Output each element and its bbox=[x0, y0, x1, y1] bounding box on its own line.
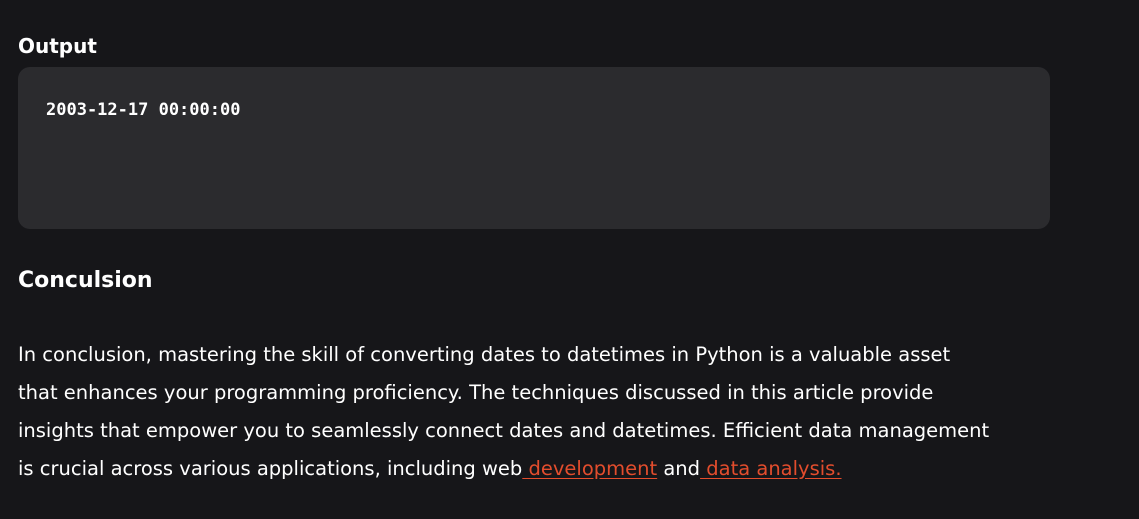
conclusion-heading: Conculsion bbox=[18, 268, 153, 293]
code-output-text: 2003-12-17 00:00:00 bbox=[46, 100, 241, 120]
paragraph-line: that enhances your programming proficien… bbox=[18, 381, 934, 404]
conclusion-paragraph: In conclusion, mastering the skill of co… bbox=[18, 336, 1058, 488]
development-link[interactable]: development bbox=[522, 457, 658, 480]
paragraph-line-last: is crucial across various applications, … bbox=[18, 450, 1058, 488]
paragraph-line: In conclusion, mastering the skill of co… bbox=[18, 343, 951, 366]
output-heading: Output bbox=[18, 34, 97, 58]
paragraph-text: is crucial across various applications, … bbox=[18, 457, 523, 480]
paragraph-text: and bbox=[657, 457, 701, 480]
data-analysis-link[interactable]: data analysis. bbox=[700, 457, 841, 480]
paragraph-line: insights that empower you to seamlessly … bbox=[18, 419, 990, 442]
code-output-block: 2003-12-17 00:00:00 bbox=[18, 67, 1050, 229]
